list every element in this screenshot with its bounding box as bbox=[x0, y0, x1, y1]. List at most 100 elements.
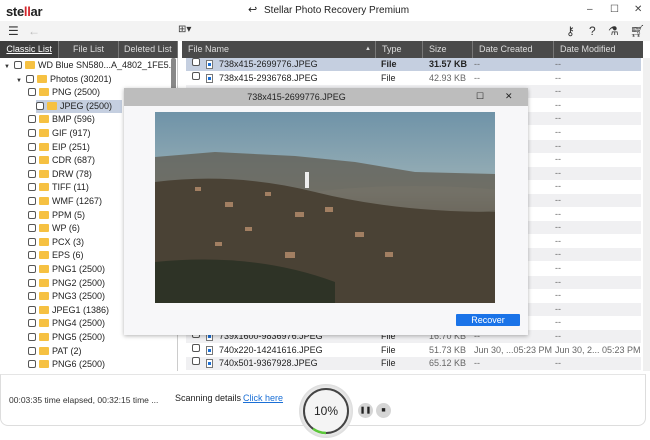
folder-icon bbox=[39, 88, 49, 97]
pause-button[interactable]: ❚❚ bbox=[358, 403, 373, 418]
checkbox[interactable] bbox=[28, 237, 36, 246]
column-file-name[interactable]: File Name ▲ bbox=[182, 41, 375, 58]
tree-item[interactable]: BMP (596) bbox=[28, 113, 95, 126]
app-title: Stellar Photo Recovery Premium bbox=[264, 5, 410, 16]
checkbox[interactable] bbox=[36, 101, 44, 110]
folder-icon bbox=[39, 169, 49, 178]
tab-file-list[interactable]: File List bbox=[59, 41, 119, 58]
stop-button[interactable]: ■ bbox=[376, 403, 391, 418]
list-scrollbar[interactable] bbox=[643, 58, 650, 371]
progress-percent: 10% bbox=[313, 404, 339, 418]
tree-item[interactable]: PPM (5) bbox=[28, 209, 85, 222]
tree-item[interactable]: PNG1 (2500) bbox=[28, 263, 105, 276]
tree-item[interactable]: PCX (3) bbox=[28, 236, 84, 249]
help-icon[interactable]: ? bbox=[589, 24, 596, 38]
tree-item[interactable]: PNG3 (2500) bbox=[28, 290, 105, 303]
checkbox[interactable] bbox=[192, 58, 200, 66]
date-created: -- bbox=[474, 358, 480, 369]
preview-close-button[interactable]: ✕ bbox=[505, 91, 513, 102]
tree-item-label: PPM (5) bbox=[52, 209, 86, 220]
checkbox[interactable] bbox=[28, 360, 36, 369]
tree-item[interactable]: GIF (917) bbox=[28, 127, 91, 140]
checkbox[interactable] bbox=[28, 169, 36, 178]
tree-item[interactable]: PNG2 (2500) bbox=[28, 277, 105, 290]
column-date-modified[interactable]: Date Modified bbox=[553, 41, 643, 58]
tree-item[interactable]: DRW (78) bbox=[28, 168, 92, 181]
checkbox[interactable] bbox=[28, 142, 36, 151]
date-created: -- bbox=[474, 59, 480, 69]
expand-triangle-icon[interactable]: ▼ bbox=[16, 75, 26, 88]
checkbox[interactable] bbox=[192, 357, 200, 366]
tree-item[interactable]: CDR (687) bbox=[28, 154, 95, 167]
tree-item[interactable]: PNG5 (2500) bbox=[28, 331, 105, 344]
tree-item[interactable]: EIP (251) bbox=[28, 141, 90, 154]
checkbox[interactable] bbox=[28, 278, 36, 287]
checkbox[interactable] bbox=[28, 88, 36, 97]
tree-item[interactable]: PNG6 (2500) bbox=[28, 358, 105, 371]
column-date-created[interactable]: Date Created bbox=[472, 41, 553, 58]
tree-item-label: BMP (596) bbox=[52, 114, 95, 125]
table-row[interactable]: 740x501-9367928.JPEG File 65.12 KB -- -- bbox=[186, 357, 641, 371]
close-button[interactable]: ✕ bbox=[634, 4, 642, 15]
tree-item[interactable]: PAT (2) bbox=[28, 345, 82, 358]
tab-classic-list[interactable]: Classic List bbox=[0, 41, 60, 58]
recover-button[interactable]: Recover bbox=[456, 314, 520, 326]
table-row[interactable]: 738x415-2699776.JPEG File 31.57 KB -- -- bbox=[186, 58, 641, 71]
scanning-details-label: Scanning details bbox=[175, 393, 242, 403]
checkbox[interactable] bbox=[28, 224, 36, 233]
tree-item[interactable]: PNG (2500) bbox=[28, 86, 100, 99]
preview-image bbox=[155, 112, 495, 303]
checkbox[interactable] bbox=[28, 115, 36, 124]
table-row[interactable]: 740x220-14241616.JPEG File 51.73 KB Jun 30,… bbox=[186, 343, 641, 357]
tree-item-label: PNG2 (2500) bbox=[52, 277, 106, 288]
checkbox[interactable] bbox=[28, 210, 36, 219]
checkbox[interactable] bbox=[28, 251, 36, 260]
scanning-details-link[interactable]: Click here bbox=[243, 393, 283, 403]
checkbox[interactable] bbox=[28, 129, 36, 137]
tree-item[interactable]: ▼ Photos (30201) bbox=[16, 73, 112, 86]
back-arrow-icon[interactable]: ← bbox=[28, 24, 40, 38]
undo-icon[interactable]: ↩ bbox=[248, 3, 257, 16]
tab-deleted-list[interactable]: Deleted List bbox=[119, 41, 178, 58]
checkbox[interactable] bbox=[28, 333, 36, 341]
checkbox[interactable] bbox=[28, 319, 36, 328]
key-icon[interactable]: ⚷ bbox=[566, 24, 575, 38]
file-type: File bbox=[381, 344, 396, 355]
maximize-button[interactable]: ☐ bbox=[610, 4, 619, 15]
expand-triangle-icon[interactable]: ▼ bbox=[4, 61, 14, 74]
date-modified: -- bbox=[555, 86, 561, 97]
tree-item[interactable]: JPEG1 (1386) bbox=[28, 304, 109, 317]
checkbox[interactable] bbox=[28, 292, 36, 301]
tree-item[interactable]: EPS (6) bbox=[28, 249, 84, 262]
tree-item[interactable]: WP (6) bbox=[28, 222, 80, 235]
tree-item[interactable]: ▼ WD Blue SN580...A_4802_1FE5.) bbox=[4, 59, 174, 72]
checkbox[interactable] bbox=[28, 156, 36, 165]
view-grid-icon[interactable]: ⊞▾ bbox=[178, 24, 191, 35]
date-modified: -- bbox=[555, 154, 561, 165]
checkbox[interactable] bbox=[28, 183, 36, 192]
tree-item[interactable]: PNG4 (2500) bbox=[28, 317, 105, 330]
table-row[interactable]: 738x415-2936768.JPEG File 42.93 KB -- -- bbox=[186, 71, 641, 85]
tree-item[interactable]: TIFF (11) bbox=[28, 181, 89, 194]
tree-item[interactable]: JPEG (2500) bbox=[36, 99, 122, 113]
checkbox[interactable] bbox=[14, 61, 22, 69]
scan-engine-icon[interactable]: ⚗ bbox=[608, 24, 619, 38]
date-modified: -- bbox=[555, 113, 561, 124]
minimize-button[interactable]: – bbox=[587, 4, 593, 15]
folder-icon bbox=[39, 210, 49, 219]
checkbox[interactable] bbox=[26, 74, 34, 83]
tree-item[interactable]: WMF (1267) bbox=[28, 195, 102, 208]
checkbox[interactable] bbox=[28, 197, 36, 205]
column-type[interactable]: Type bbox=[375, 41, 422, 58]
column-size[interactable]: Size bbox=[422, 41, 472, 58]
date-modified: -- bbox=[555, 167, 561, 178]
checkbox[interactable] bbox=[28, 305, 36, 314]
menu-icon[interactable]: ☰ bbox=[8, 24, 19, 38]
preview-maximize-button[interactable]: ☐ bbox=[476, 91, 484, 102]
checkbox[interactable] bbox=[192, 343, 200, 352]
image-file-icon bbox=[206, 60, 213, 69]
checkbox[interactable] bbox=[28, 265, 36, 273]
cart-icon[interactable]: 🛒︎ bbox=[630, 24, 645, 38]
checkbox[interactable] bbox=[192, 71, 200, 80]
checkbox[interactable] bbox=[28, 346, 36, 355]
